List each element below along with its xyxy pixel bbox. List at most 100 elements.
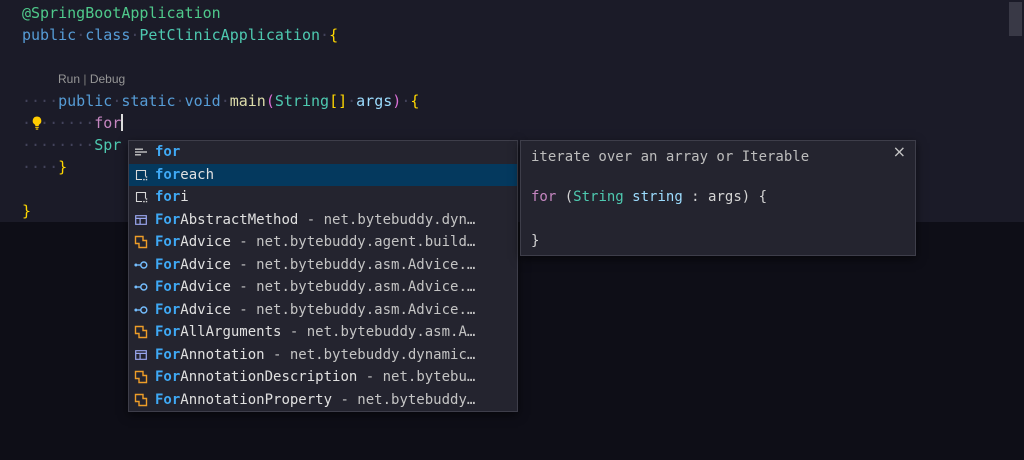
suggestion-rest-text: Advice	[180, 257, 231, 273]
whitespace-dots: ·	[401, 92, 410, 110]
struct-icon	[133, 347, 149, 363]
suggestion-item[interactable]: ForAdvice - net.bytebuddy.asm.Advice.…	[129, 254, 517, 277]
code-token: static	[121, 92, 175, 110]
code-token: {	[329, 26, 338, 44]
whitespace-dots: ·	[221, 92, 230, 110]
suggestion-description: - net.bytebuddy.dynamic…	[265, 347, 476, 363]
suggestion-rest-text: each	[180, 167, 214, 183]
codelens-run-link[interactable]: Run	[58, 72, 80, 86]
whitespace-dots: ····	[22, 158, 58, 176]
quick-fix-lightbulb-icon[interactable]	[29, 115, 45, 131]
suggestion-item[interactable]: ForAllArguments - net.bytebuddy.asm.A…	[129, 321, 517, 344]
suggestion-label: ForAnnotationProperty	[155, 392, 332, 408]
suggest-widget: forforeachforiForAbstractMethod - net.by…	[128, 140, 518, 412]
suggestion-item[interactable]: foreach	[129, 164, 517, 187]
snippet-icon	[133, 189, 149, 205]
suggestion-item[interactable]: ForAnnotation - net.bytebuddy.dynamic…	[129, 344, 517, 367]
code-line: ····public·static·void·main(String[]·arg…	[22, 90, 419, 112]
snippet-icon	[133, 167, 149, 183]
suggestion-item[interactable]: ForAnnotationDescription - net.bytebu…	[129, 366, 517, 389]
suggestion-description: - net.bytebuddy.asm.A…	[281, 324, 475, 340]
docs-description: iterate over an array or Iterable	[531, 147, 809, 167]
code-token: (	[266, 92, 275, 110]
text-cursor	[121, 114, 123, 131]
code-token: Spr	[94, 136, 121, 154]
class-icon	[133, 369, 149, 385]
suggestion-match-text: For	[155, 392, 180, 408]
suggestion-item[interactable]: ForAdvice - net.bytebuddy.asm.Advice.…	[129, 299, 517, 322]
interface-icon	[133, 279, 149, 295]
whitespace-dots: ·	[347, 92, 356, 110]
suggestion-label: ForAdvice	[155, 234, 231, 250]
codelens-debug-link[interactable]: Debug	[90, 72, 125, 86]
editor-root: @SpringBootApplicationpublic·class·PetCl…	[0, 0, 1024, 460]
suggestion-rest-text: Advice	[180, 234, 231, 250]
docs-code-token: String	[573, 189, 624, 205]
whitespace-dots: ·	[176, 92, 185, 110]
suggestion-label: ForAdvice	[155, 302, 231, 318]
suggestion-description: - net.bytebuddy.dyn…	[298, 212, 475, 228]
docs-closing-brace: }	[531, 231, 539, 251]
code-line: public·class·PetClinicApplication·{	[22, 24, 338, 46]
suggestion-description: - net.bytebu…	[357, 369, 475, 385]
suggestion-label: ForAdvice	[155, 257, 231, 273]
suggestion-match-text: For	[155, 369, 180, 385]
code-token: main	[230, 92, 266, 110]
suggestion-item[interactable]: ForAdvice - net.bytebuddy.agent.build…	[129, 231, 517, 254]
docs-code-token: :	[683, 189, 708, 205]
docs-code-token	[624, 189, 632, 205]
suggestion-description: - net.bytebuddy.asm.Advice.…	[231, 257, 475, 273]
suggestion-description: - net.bytebuddy.agent.build…	[231, 234, 475, 250]
suggestion-rest-text: Advice	[180, 279, 231, 295]
suggestion-item[interactable]: ForAdvice - net.bytebuddy.asm.Advice.…	[129, 276, 517, 299]
code-token: class	[85, 26, 130, 44]
docs-code-token: string	[632, 189, 683, 205]
suggestion-item[interactable]: for	[129, 141, 517, 164]
suggestion-match-text: For	[155, 279, 180, 295]
code-line: ········Spr	[22, 134, 121, 156]
whitespace-dots: ·	[320, 26, 329, 44]
suggestion-rest-text: AnnotationProperty	[180, 392, 332, 408]
interface-icon	[133, 257, 149, 273]
code-token: PetClinicApplication	[139, 26, 320, 44]
suggestion-description: - net.bytebuddy.asm.Advice.…	[231, 302, 475, 318]
code-line: }	[22, 200, 31, 222]
suggestion-rest-text: AllArguments	[180, 324, 281, 340]
whitespace-dots: ·	[112, 92, 121, 110]
suggestion-match-text: for	[155, 189, 180, 205]
suggestion-match-text: For	[155, 212, 180, 228]
class-icon	[133, 234, 149, 250]
suggestion-item[interactable]: ForAbstractMethod - net.bytebuddy.dyn…	[129, 209, 517, 232]
suggestion-description: - net.bytebuddy.asm.Advice.…	[231, 279, 475, 295]
code-token: public	[22, 26, 76, 44]
struct-icon	[133, 212, 149, 228]
code-line: @SpringBootApplication	[22, 2, 221, 24]
docs-code-line: for (String string : args) {	[531, 187, 767, 207]
code-token: }	[58, 158, 67, 176]
code-token: args	[356, 92, 392, 110]
codelens-separator: |	[80, 72, 90, 86]
close-icon[interactable]: ×	[893, 143, 906, 161]
suggestion-label: foreach	[155, 167, 214, 183]
suggest-list: forforeachforiForAbstractMethod - net.by…	[129, 141, 517, 411]
suggestion-label: ForAdvice	[155, 279, 231, 295]
suggest-docs-panel: iterate over an array or Iterable for (S…	[520, 140, 916, 256]
suggestion-match-text: For	[155, 302, 180, 318]
whitespace-dots: ········	[22, 136, 94, 154]
code-token: void	[185, 92, 221, 110]
code-token: String	[275, 92, 329, 110]
suggestion-label: fori	[155, 189, 189, 205]
code-token: {	[410, 92, 419, 110]
suggestion-match-text: For	[155, 257, 180, 273]
codelens: Run | Debug	[22, 68, 125, 90]
suggestion-match-text: For	[155, 234, 180, 250]
code-token: @SpringBootApplication	[22, 4, 221, 22]
suggestion-item[interactable]: ForAnnotationProperty - net.bytebuddy…	[129, 389, 517, 412]
code-line: ····}	[22, 156, 67, 178]
suggestion-label: for	[155, 144, 180, 160]
code-token: []	[329, 92, 347, 110]
suggestion-item[interactable]: fori	[129, 186, 517, 209]
suggestion-match-text: For	[155, 347, 180, 363]
suggestion-rest-text: Advice	[180, 302, 231, 318]
suggestion-rest-text: i	[180, 189, 188, 205]
